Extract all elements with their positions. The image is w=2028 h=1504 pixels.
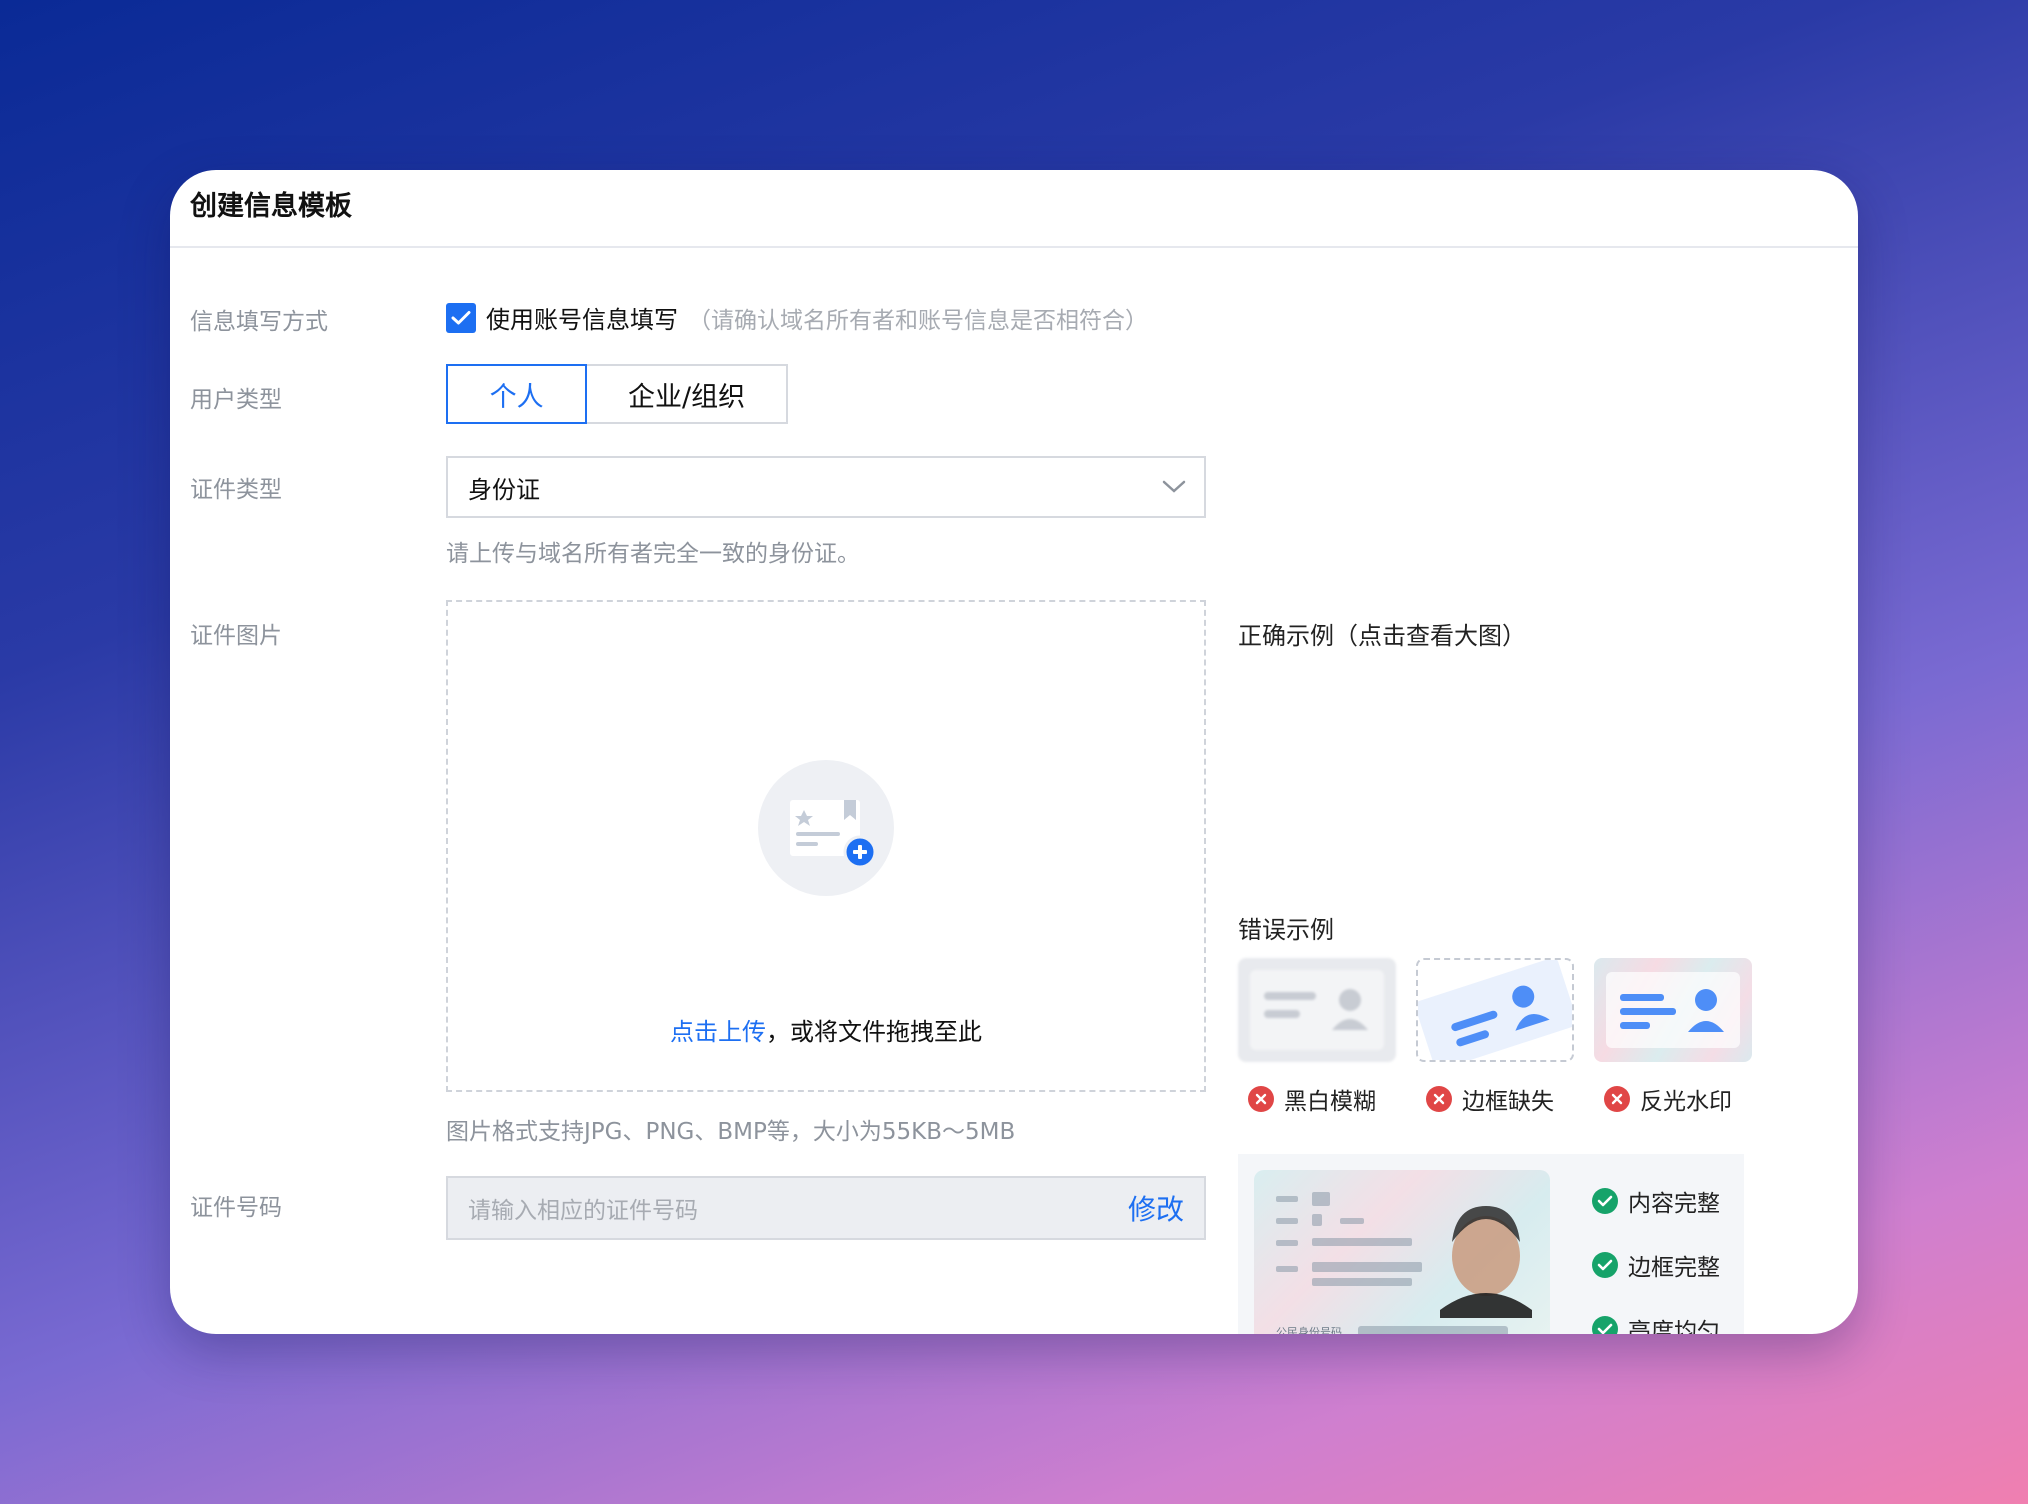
idcard-sample-image: 公民身份号码 xyxy=(1254,1170,1550,1334)
error-item-label: 黑白模糊 xyxy=(1284,1089,1376,1115)
dialog-title: 创建信息模板 xyxy=(190,191,352,222)
user-type-personal[interactable]: 个人 xyxy=(446,364,588,424)
upload-drag-text: ，或将文件拖拽至此 xyxy=(766,1018,982,1046)
cert-number-field[interactable]: 请输入相应的证件号码 修改 xyxy=(446,1176,1206,1240)
user-type-label: 用户类型 xyxy=(190,387,282,413)
cert-type-label: 证件类型 xyxy=(190,477,282,503)
check-circle-icon xyxy=(1592,1252,1618,1278)
error-circle-icon xyxy=(1604,1086,1630,1112)
cert-image-dropzone[interactable]: 点击上传，或将文件拖拽至此 xyxy=(446,600,1206,1092)
dialog-header: 创建信息模板 xyxy=(170,170,1858,248)
error-item-3: 反光水印 xyxy=(1604,1082,1732,1116)
correct-item-label: 边框完整 xyxy=(1628,1255,1720,1281)
correct-item-1: 内容完整 xyxy=(1592,1184,1720,1218)
cert-type-select[interactable]: 身份证 xyxy=(446,456,1206,518)
checkmark-icon xyxy=(451,310,471,324)
idcard-caption: 公民身份号码 xyxy=(1276,1326,1342,1334)
error-thumb-blurry xyxy=(1238,958,1396,1062)
correct-example-title: 正确示例（点击查看大图） xyxy=(1238,622,1526,650)
user-type-enterprise[interactable]: 企业/组织 xyxy=(587,366,786,422)
check-circle-icon xyxy=(1592,1316,1618,1334)
error-example-title: 错误示例 xyxy=(1238,916,1334,944)
upload-icon-circle xyxy=(758,760,894,896)
correct-example-box[interactable]: 公民身份号码 内容完整 边框完整 亮度均匀 xyxy=(1238,1154,1744,1334)
cert-number-label: 证件号码 xyxy=(190,1195,282,1221)
upload-card-icon xyxy=(790,800,877,869)
cert-type-hint: 请上传与域名所有者完全一致的身份证。 xyxy=(446,541,860,567)
cert-image-label: 证件图片 xyxy=(190,623,282,649)
click-upload-link[interactable]: 点击上传 xyxy=(670,1018,766,1046)
cert-type-value: 身份证 xyxy=(468,475,540,504)
check-circle-icon xyxy=(1592,1188,1618,1214)
cert-number-placeholder: 请输入相应的证件号码 xyxy=(468,1198,698,1224)
upload-instruction: 点击上传，或将文件拖拽至此 xyxy=(448,1012,1204,1047)
error-circle-icon xyxy=(1426,1086,1452,1112)
error-item-label: 反光水印 xyxy=(1640,1089,1732,1115)
error-circle-icon xyxy=(1248,1086,1274,1112)
use-account-label[interactable]: 使用账号信息填写 xyxy=(486,300,678,335)
error-item-label: 边框缺失 xyxy=(1462,1089,1554,1115)
correct-item-label: 内容完整 xyxy=(1628,1191,1720,1217)
cert-image-hint: 图片格式支持JPG、PNG、BMP等，大小为55KB～5MB xyxy=(446,1119,1016,1145)
correct-item-3: 亮度均匀 xyxy=(1592,1312,1720,1334)
create-template-dialog: 创建信息模板 信息填写方式 使用账号信息填写 （请确认域名所有者和账号信息是否相… xyxy=(170,170,1858,1334)
fill-method-row: 使用账号信息填写 （请确认域名所有者和账号信息是否相符合） xyxy=(446,300,1148,335)
correct-item-2: 边框完整 xyxy=(1592,1248,1720,1282)
correct-item-label: 亮度均匀 xyxy=(1628,1319,1720,1334)
error-item-1: 黑白模糊 xyxy=(1248,1082,1376,1116)
error-thumb-missing-border xyxy=(1415,957,1578,1070)
fill-method-label: 信息填写方式 xyxy=(190,309,328,335)
user-type-segmented: 个人 企业/组织 xyxy=(446,364,788,424)
idcard-illustration xyxy=(1276,1192,1532,1334)
chevron-down-icon xyxy=(1162,480,1186,493)
error-item-2: 边框缺失 xyxy=(1426,1082,1554,1116)
use-account-checkbox[interactable] xyxy=(446,302,476,333)
error-thumb-reflection xyxy=(1594,958,1752,1062)
modify-button[interactable]: 修改 xyxy=(1128,1188,1184,1228)
use-account-hint: （请确认域名所有者和账号信息是否相符合） xyxy=(688,307,1148,334)
